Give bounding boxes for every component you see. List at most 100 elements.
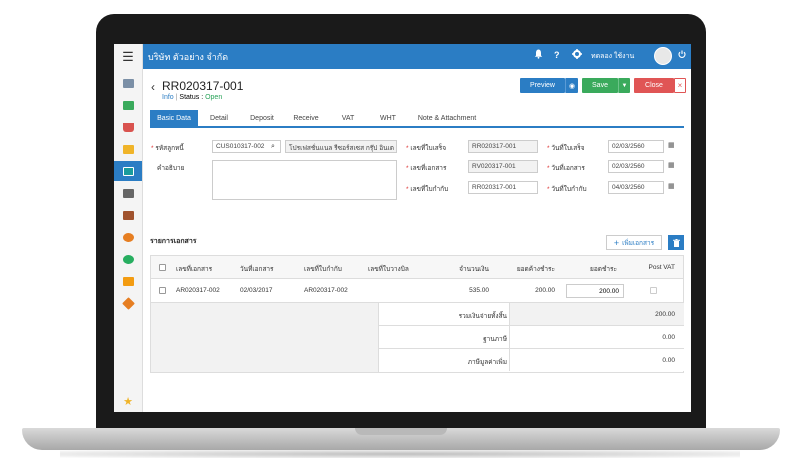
vat-value: 0.00 bbox=[662, 357, 675, 364]
paid-amount-input[interactable]: 200.00 bbox=[566, 284, 624, 298]
calendar-icon[interactable]: ▦ bbox=[668, 161, 675, 169]
close-button[interactable]: Close bbox=[634, 78, 674, 93]
eye-icon[interactable]: ◉ bbox=[565, 78, 578, 93]
select-all-checkbox[interactable] bbox=[159, 264, 166, 271]
summary-row: ภาษีมูลค่าเพิ่ม 0.00 bbox=[379, 349, 684, 372]
tab-deposit[interactable]: Deposit bbox=[242, 110, 282, 126]
gear-icon[interactable] bbox=[572, 49, 582, 62]
items-section-title: รายการเอกสาร bbox=[150, 238, 197, 245]
receivable-icon[interactable] bbox=[114, 161, 142, 181]
laptop-shadow bbox=[60, 450, 740, 458]
total-value: 200.00 bbox=[655, 311, 675, 318]
calendar-icon[interactable]: ▦ bbox=[668, 141, 675, 149]
vat-label: ภาษีมูลค่าเพิ่ม bbox=[467, 359, 507, 366]
info-line: Info | Status : Open bbox=[162, 94, 223, 101]
receipt-date-field[interactable]: 02/03/2560 bbox=[608, 140, 664, 153]
avatar[interactable] bbox=[654, 47, 672, 65]
column-header: Post VAT bbox=[648, 264, 676, 271]
tab-bar: Basic Data Detail Deposit Receive VAT WH… bbox=[150, 110, 684, 128]
row-checkbox[interactable] bbox=[159, 287, 166, 294]
app-screen: ☰ บริษัท ตัวอย่าง จำกัด ? ทดลอง ใช้งาน ★… bbox=[114, 44, 691, 412]
receipt-no-label: * เลขที่ใบเสร็จ bbox=[406, 145, 447, 152]
close-icon[interactable]: × bbox=[674, 78, 686, 93]
check-icon[interactable] bbox=[114, 249, 142, 269]
column-header: ยอดชำระ bbox=[590, 266, 617, 273]
cell-outstanding: 200.00 bbox=[535, 287, 555, 294]
tax-base-label: ฐานภาษี bbox=[483, 336, 507, 343]
doc-date-label: * วันที่เอกสาร bbox=[547, 165, 585, 172]
main-content: ‹ RR020317-001 Info | Status : Open Prev… bbox=[143, 69, 691, 412]
page-title: RR020317-001 bbox=[162, 79, 244, 93]
save-dropdown-icon[interactable]: ▼ bbox=[618, 78, 630, 93]
customer-code-label: * รหัสลูกหนี้ bbox=[151, 145, 184, 152]
table-header: เลขที่เอกสาร วันที่เอกสาร เลขที่ใบกำกับ … bbox=[150, 255, 684, 279]
post-vat-checkbox[interactable] bbox=[650, 287, 657, 294]
status-label: Status : bbox=[179, 94, 204, 101]
tab-detail[interactable]: Detail bbox=[200, 110, 238, 126]
invoice-no-label: * เลขที่ใบกำกับ bbox=[406, 186, 449, 193]
tab-vat[interactable]: VAT bbox=[330, 110, 366, 126]
asset-icon[interactable] bbox=[114, 227, 142, 247]
summary-row: ฐานภาษี 0.00 bbox=[379, 326, 684, 349]
box-icon[interactable] bbox=[114, 139, 142, 159]
invoice-date-field[interactable]: 04/03/2560 bbox=[608, 181, 664, 194]
calendar-icon[interactable]: ▦ bbox=[668, 182, 675, 190]
receipt-no-field[interactable]: RR020317-001 bbox=[468, 140, 538, 153]
tax-base-value: 0.00 bbox=[662, 334, 675, 341]
preview-button[interactable]: Preview bbox=[520, 78, 565, 93]
save-button[interactable]: Save bbox=[582, 78, 618, 93]
description-field[interactable] bbox=[212, 160, 397, 200]
table-row[interactable]: AR020317-002 02/03/2017 AR020317-002 535… bbox=[150, 279, 684, 303]
menu-icon[interactable]: ☰ bbox=[114, 44, 143, 69]
column-header: เลขที่ใบกำกับ bbox=[304, 266, 342, 273]
column-header: ยอดค้างชำระ bbox=[516, 266, 555, 273]
report-icon[interactable] bbox=[114, 271, 142, 291]
add-document-button[interactable]: + เพิ่มเอกสาร bbox=[606, 235, 662, 250]
receipt-date-label: * วันที่ใบเสร็จ bbox=[547, 145, 585, 152]
cell-invoice-no: AR020317-002 bbox=[304, 287, 348, 294]
back-arrow-icon[interactable]: ‹ bbox=[151, 80, 155, 94]
invoice-no-field[interactable]: RR020317-001 bbox=[468, 181, 538, 194]
dashboard-icon[interactable] bbox=[114, 73, 142, 93]
summary-value-cell: 200.00 bbox=[509, 303, 684, 325]
tools-icon[interactable] bbox=[114, 293, 142, 313]
doc-date-field[interactable]: 02/03/2560 bbox=[608, 160, 664, 173]
total-label: รวมเงินจ่ายทั้งสิ้น bbox=[458, 313, 507, 320]
top-bar: ☰ บริษัท ตัวอย่าง จำกัด ? ทดลอง ใช้งาน bbox=[114, 44, 691, 69]
bell-icon[interactable] bbox=[534, 49, 543, 62]
cell-doc-date: 02/03/2017 bbox=[240, 287, 273, 294]
summary-spacer bbox=[151, 303, 379, 372]
bank-icon[interactable] bbox=[114, 183, 142, 203]
info-link[interactable]: Info bbox=[162, 94, 174, 101]
doc-no-field[interactable]: RV020317-001 bbox=[468, 160, 538, 173]
tab-receive[interactable]: Receive bbox=[286, 110, 326, 126]
summary-row: รวมเงินจ่ายทั้งสิ้น 200.00 bbox=[379, 303, 684, 326]
search-icon[interactable]: ⌕ bbox=[271, 143, 275, 151]
summary-panel: รวมเงินจ่ายทั้งสิ้น 200.00 ฐานภาษี 0.00 … bbox=[150, 303, 684, 373]
column-header: เลขที่ใบวางบิล bbox=[368, 266, 409, 273]
wallet-icon[interactable] bbox=[114, 205, 142, 225]
company-name: บริษัท ตัวอย่าง จำกัด bbox=[148, 52, 229, 62]
tab-basic-data[interactable]: Basic Data bbox=[150, 110, 198, 126]
description-label: คำอธิบาย bbox=[157, 165, 185, 172]
tab-wht[interactable]: WHT bbox=[370, 110, 406, 126]
money-icon[interactable] bbox=[114, 95, 142, 115]
sidebar: ★ bbox=[114, 69, 143, 412]
tab-note-attachment[interactable]: Note & Attachment bbox=[412, 110, 482, 126]
column-header: จำนวนเงิน bbox=[459, 266, 489, 273]
user-name[interactable]: ทดลอง ใช้งาน bbox=[591, 51, 634, 62]
status-badge: Open bbox=[205, 94, 223, 101]
column-header: เลขที่เอกสาร bbox=[176, 266, 213, 273]
star-icon[interactable]: ★ bbox=[114, 391, 142, 411]
cell-doc-no: AR020317-002 bbox=[176, 287, 220, 294]
summary-value-cell: 0.00 bbox=[509, 349, 684, 371]
customer-name-field[interactable]: โปรเฟสชั่นแนล รีซอร์สเซส กรุ๊ป อินเต bbox=[285, 140, 397, 153]
trash-icon[interactable] bbox=[668, 235, 684, 250]
help-icon[interactable]: ? bbox=[554, 50, 560, 60]
power-icon[interactable] bbox=[678, 50, 686, 62]
cart-icon[interactable] bbox=[114, 117, 142, 137]
doc-no-label: * เลขที่เอกสาร bbox=[406, 165, 447, 172]
column-header: วันที่เอกสาร bbox=[240, 266, 274, 273]
cell-amount: 535.00 bbox=[469, 287, 489, 294]
laptop-notch bbox=[355, 428, 447, 435]
